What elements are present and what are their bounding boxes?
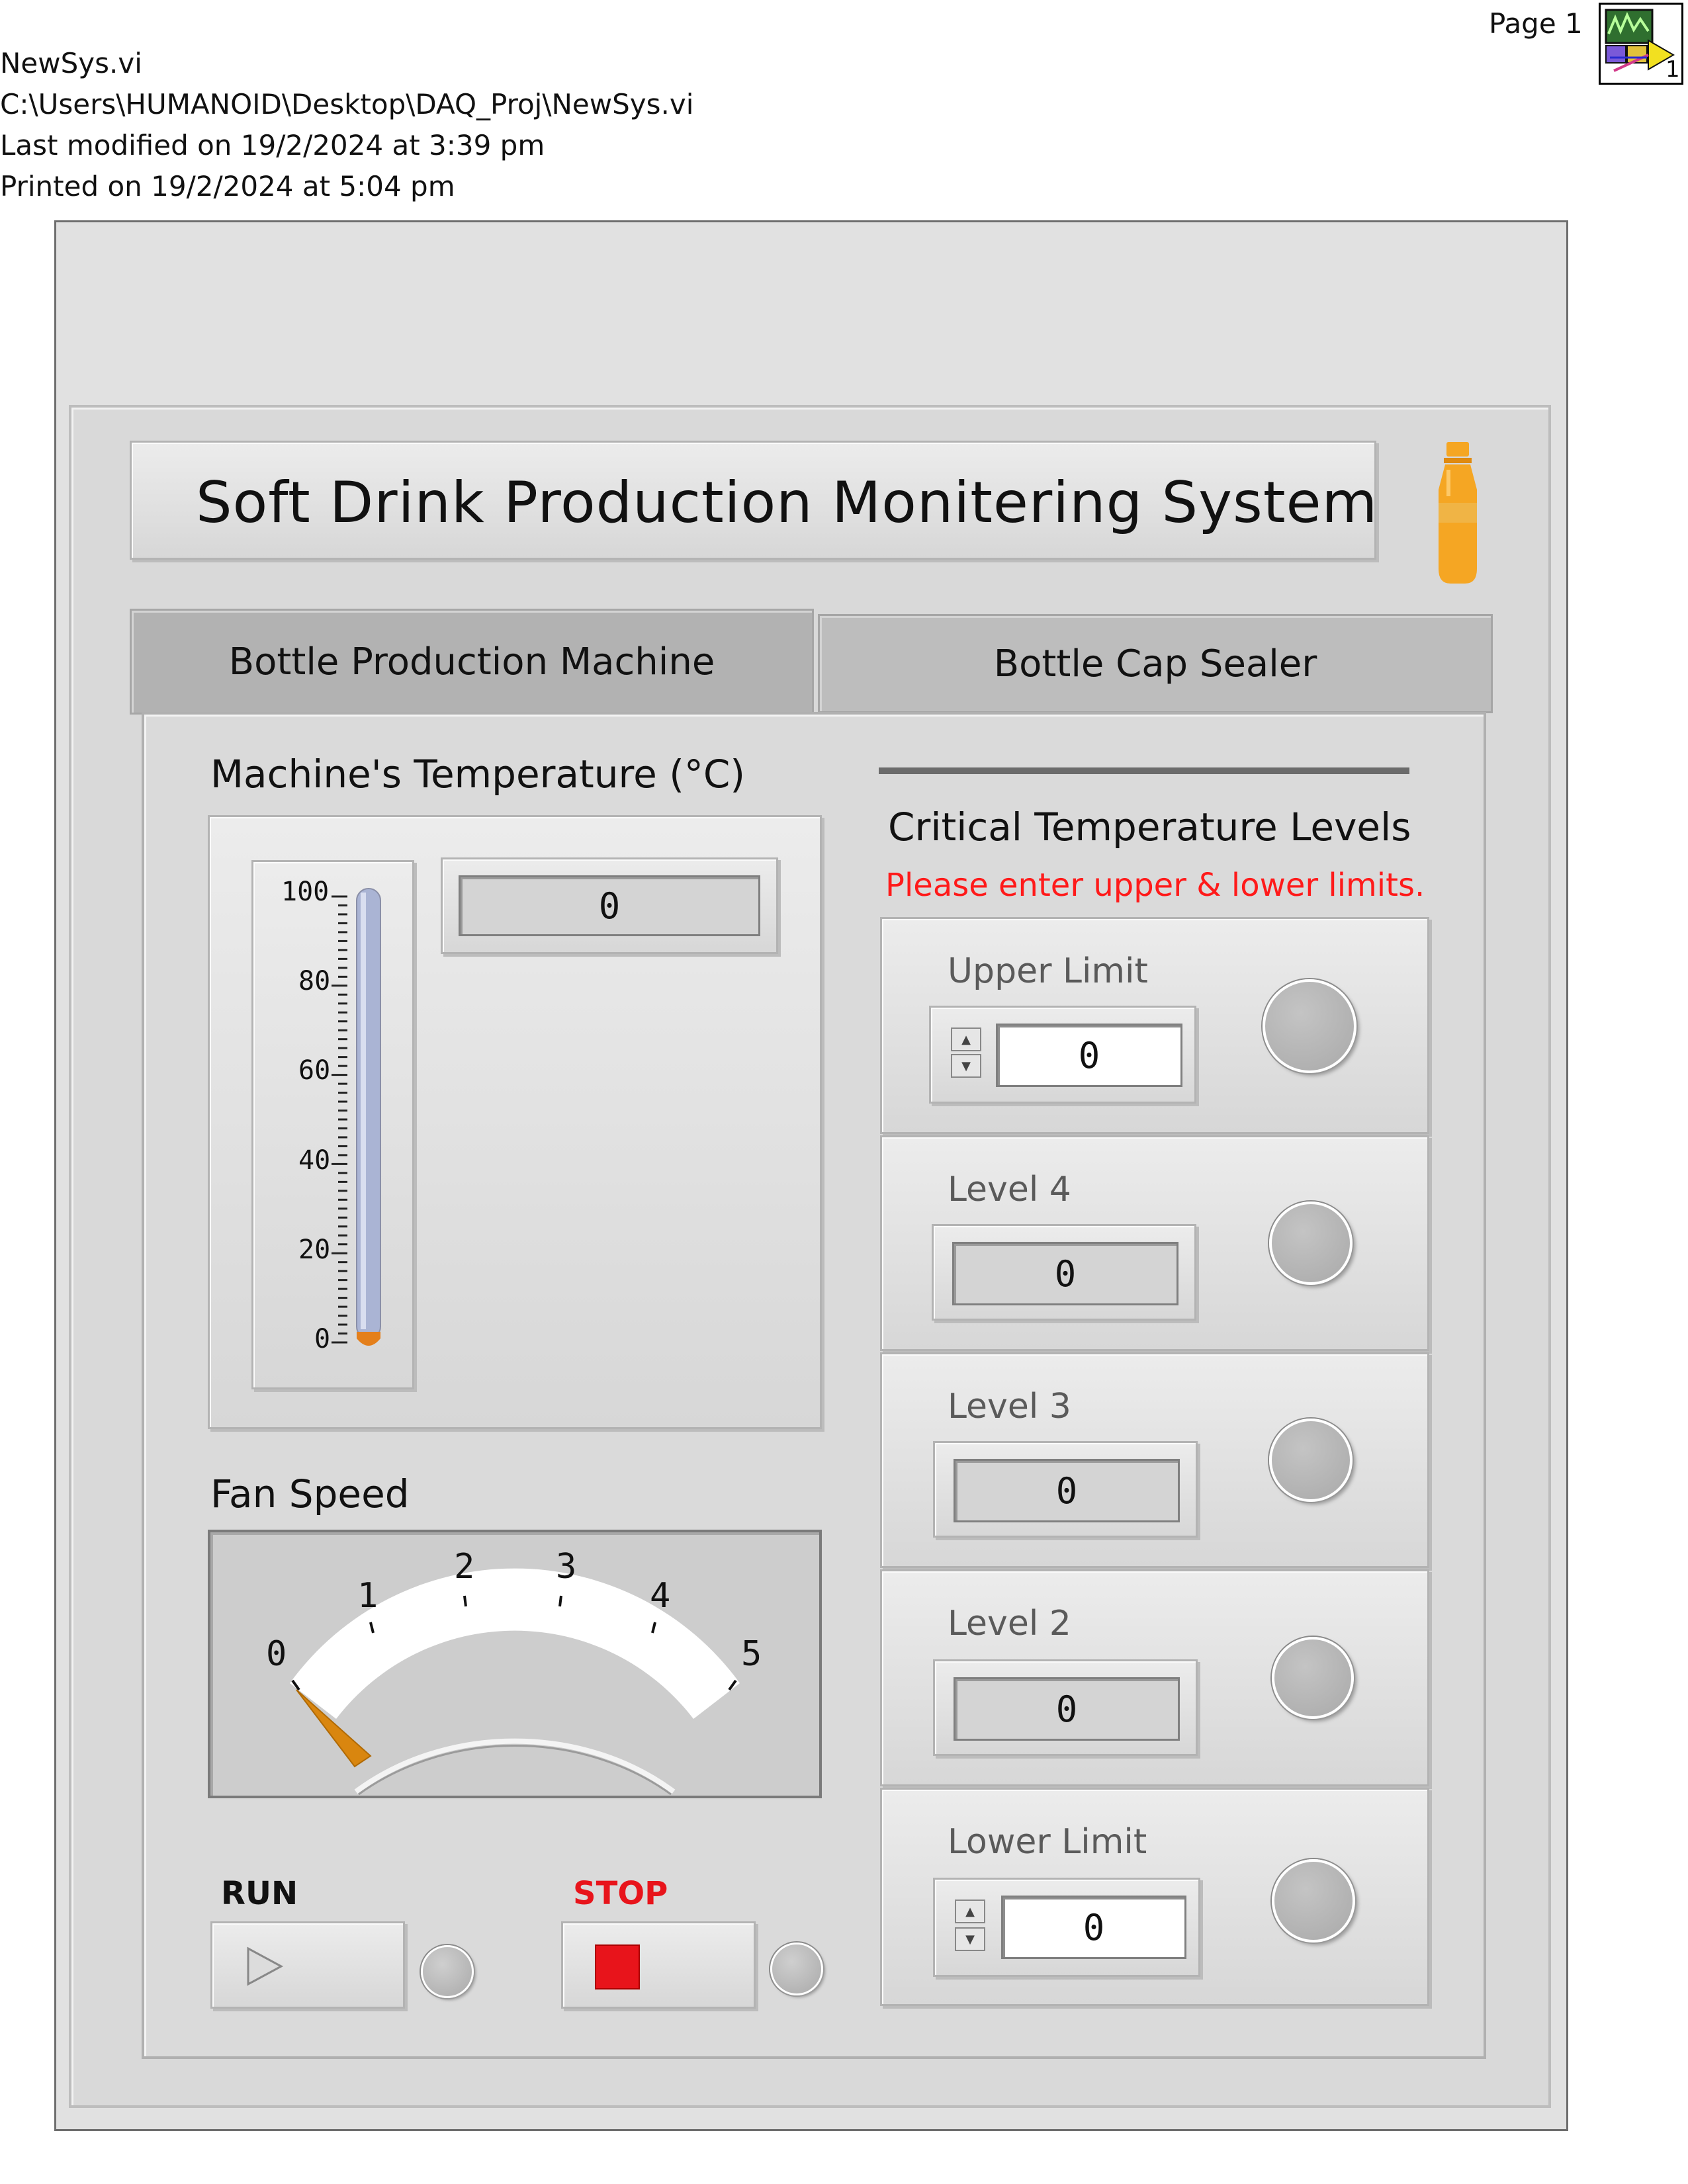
upper-limit-control-frame: ▲ ▼ 0	[929, 1006, 1196, 1104]
temperature-value: 0	[459, 875, 760, 936]
page-title: Soft Drink Production Monitering System	[196, 470, 1378, 536]
upper-limit-label: Upper Limit	[948, 951, 1148, 991]
tab-bottle-production-machine[interactable]: Bottle Production Machine	[130, 609, 814, 715]
thermo-tick-20: 20	[298, 1235, 331, 1265]
fan-speed-meter: 0 1 2 3 4 5	[208, 1530, 822, 1798]
tab-label: Bottle Production Machine	[228, 640, 715, 683]
stop-button[interactable]	[561, 1921, 756, 2009]
last-modified: Last modified on 19/2/2024 at 3:39 pm	[0, 129, 545, 161]
lower-limit-led	[1272, 1859, 1355, 1943]
spin-up-icon[interactable]: ▲	[955, 1900, 985, 1923]
level-3-led	[1269, 1419, 1353, 1502]
play-icon	[247, 1946, 284, 1986]
level-3-label: Level 3	[948, 1387, 1071, 1426]
thermo-tick-100: 100	[281, 877, 330, 907]
level-2-value: 0	[954, 1677, 1180, 1741]
instruction-text: Please enter upper & lower limits.	[885, 867, 1425, 904]
spin-down-icon[interactable]: ▼	[955, 1927, 985, 1951]
thermo-tick-0: 0	[314, 1324, 331, 1354]
tab-bottle-cap-sealer[interactable]: Bottle Cap Sealer	[818, 614, 1493, 713]
page-number: Page 1	[1489, 7, 1583, 40]
divider-line	[879, 767, 1409, 774]
fan-tick-0: 0	[266, 1634, 287, 1674]
level-4-indicator-frame: 0	[932, 1224, 1196, 1321]
icon-number: 1	[1666, 56, 1680, 83]
vi-icon: 1	[1599, 3, 1683, 85]
critical-title: Critical Temperature Levels	[888, 805, 1411, 850]
upper-limit-input[interactable]: 0	[996, 1024, 1182, 1087]
level-2-led	[1272, 1637, 1354, 1719]
fan-speed-label: Fan Speed	[210, 1471, 410, 1516]
fan-tick-2: 2	[454, 1547, 475, 1587]
run-button[interactable]	[210, 1921, 405, 2009]
spin-up-icon[interactable]: ▲	[951, 1027, 981, 1051]
lower-limit-input[interactable]: 0	[1001, 1896, 1186, 1959]
run-label: RUN	[221, 1875, 298, 1912]
thermometer: 100 80 60 40 20 0	[251, 860, 414, 1389]
temperature-label: Machine's Temperature (°C)	[210, 752, 745, 797]
fan-tick-1: 1	[357, 1576, 378, 1616]
tab-label: Bottle Cap Sealer	[993, 642, 1317, 685]
fan-tick-4: 4	[650, 1576, 671, 1616]
thermo-tick-60: 60	[298, 1055, 331, 1086]
bottle-icon	[1428, 437, 1488, 589]
level-2-indicator-frame: 0	[933, 1659, 1198, 1756]
run-indicator	[421, 1945, 474, 1998]
stop-square-icon	[595, 1944, 640, 1989]
lower-limit-control-frame: ▲ ▼ 0	[933, 1878, 1200, 1977]
level-3-indicator-frame: 0	[933, 1441, 1198, 1538]
level-4-value: 0	[952, 1242, 1178, 1305]
level-3-value: 0	[954, 1459, 1180, 1522]
thermo-tick-40: 40	[298, 1145, 331, 1176]
printed-on: Printed on 19/2/2024 at 5:04 pm	[0, 170, 455, 202]
level-4-led	[1269, 1201, 1353, 1285]
temperature-indicator-frame: 0	[441, 857, 778, 954]
vi-name: NewSys.vi	[0, 47, 142, 79]
lower-limit-label: Lower Limit	[948, 1822, 1147, 1862]
stop-label: STOP	[573, 1875, 668, 1912]
thermo-tick-80: 80	[298, 966, 331, 996]
upper-limit-led	[1263, 979, 1356, 1073]
level-2-label: Level 2	[948, 1604, 1071, 1643]
fan-tick-5: 5	[741, 1634, 762, 1674]
vi-path: C:\Users\HUMANOID\Desktop\DAQ_Proj\NewSy…	[0, 88, 694, 120]
fan-tick-3: 3	[556, 1547, 577, 1587]
spin-down-icon[interactable]: ▼	[951, 1054, 981, 1078]
level-4-label: Level 4	[948, 1170, 1071, 1209]
stop-indicator	[770, 1943, 823, 1995]
